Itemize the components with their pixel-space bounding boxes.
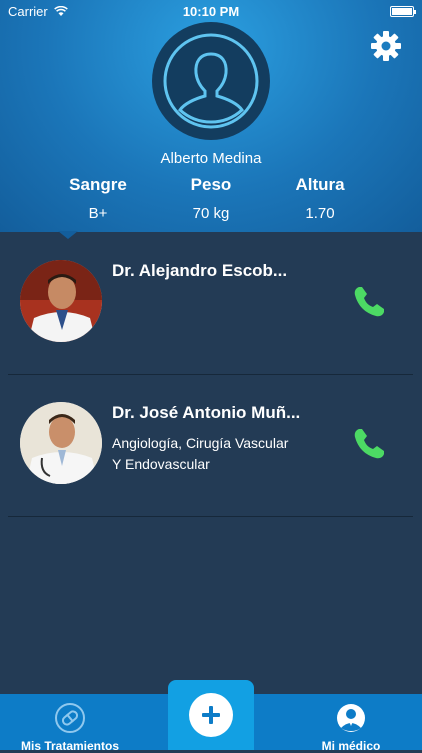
doctor-specialty: Angiología, Cirugía Vascular Y Endovascu… [112, 433, 288, 475]
stat-weight: Peso 70 kg [151, 175, 271, 222]
stat-label: Sangre [69, 175, 127, 194]
tab-treatments[interactable]: Mis Tratamientos [14, 694, 126, 753]
add-button[interactable] [168, 680, 254, 750]
pill-icon [55, 703, 85, 733]
stat-label: Peso [190, 175, 232, 194]
doctor-row[interactable]: Dr. Alejandro Escob... [8, 232, 413, 375]
user-silhouette-icon [163, 33, 259, 129]
doctor-name: Dr. Alejandro Escob... [112, 261, 288, 280]
user-name: Alberto Medina [160, 150, 262, 167]
phone-icon [354, 429, 384, 459]
stat-blood: Sangre B+ [38, 175, 158, 222]
header-pointer [58, 231, 78, 239]
battery-icon [390, 5, 416, 17]
doctor-icon [337, 704, 365, 732]
stat-value: 70 kg [192, 205, 230, 222]
tab-label: Mis Tratamientos [20, 739, 120, 753]
plus-icon [202, 706, 220, 724]
gear-icon [371, 31, 401, 61]
specialty-line: Angiología, Cirugía Vascular [112, 435, 289, 451]
status-bar: Carrier 10:10 PM [0, 0, 422, 22]
doctor-photo [20, 260, 102, 342]
tab-label: Mi médico [321, 739, 381, 753]
call-button[interactable] [351, 284, 387, 320]
doctor-row[interactable]: Dr. José Antonio Muñ... Angiología, Ciru… [8, 374, 413, 517]
add-circle [189, 693, 233, 737]
tab-my-doctor[interactable]: Mi médico [306, 694, 396, 753]
specialty-line: Y Endovascular [112, 456, 210, 472]
stat-value: B+ [88, 205, 108, 222]
doctor-photo [20, 402, 102, 484]
settings-button[interactable] [370, 30, 402, 62]
stat-label: Altura [295, 175, 345, 194]
stat-height: Altura 1.70 [260, 175, 380, 222]
call-button[interactable] [351, 426, 387, 462]
status-time: 10:10 PM [182, 3, 240, 19]
profile-avatar[interactable] [152, 22, 270, 140]
profile-header: Alberto Medina Sangre B+ Peso 70 kg Altu… [0, 0, 422, 232]
phone-icon [354, 287, 384, 317]
stat-value: 1.70 [305, 205, 335, 222]
doctor-name: Dr. José Antonio Muñ... [112, 403, 301, 422]
